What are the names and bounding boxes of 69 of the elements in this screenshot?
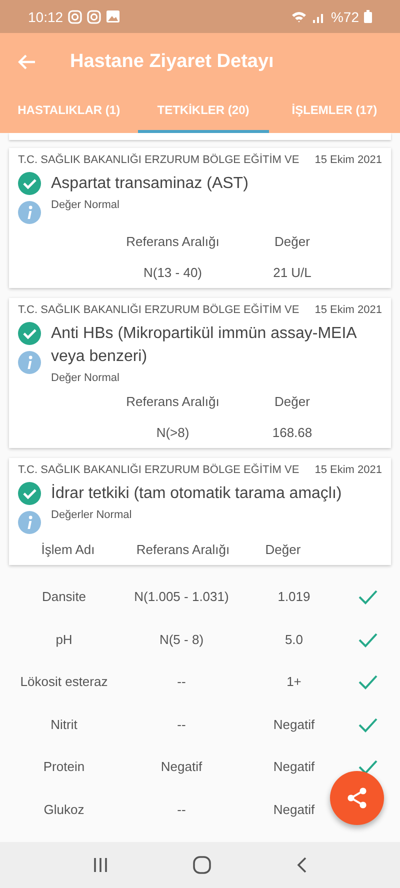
table-cell: Nitrit bbox=[50, 716, 78, 732]
test-name: İdrar tetkiki (tam otomatik tarama amaçlı) bbox=[51, 483, 343, 504]
clock: 10:12 bbox=[28, 8, 64, 24]
info-icon bbox=[18, 511, 41, 534]
info-icon bbox=[18, 351, 41, 374]
battery-level: %72 bbox=[330, 8, 359, 24]
check-icon bbox=[358, 632, 378, 648]
info-icon bbox=[18, 201, 41, 224]
wifi-icon bbox=[290, 10, 307, 23]
screen-title: Hastane Ziyaret Detayı bbox=[70, 50, 274, 72]
column-header: Değer bbox=[274, 394, 310, 409]
table-cell: Lökosit esteraz bbox=[20, 674, 108, 689]
check-icon bbox=[358, 759, 378, 775]
camera-icon bbox=[87, 10, 102, 24]
back-icon bbox=[297, 857, 308, 873]
hospital-name: T.C. SAĞLIK BAKANLIĞI ERZURUM BÖLGE EĞİTİM VE bbox=[18, 464, 300, 476]
table-cell: -- bbox=[177, 674, 186, 689]
result-status: Değer Normal bbox=[51, 372, 120, 384]
column-header: Değer bbox=[265, 542, 301, 557]
test-card[interactable]: T.C. SAĞLIK BAKANLIĞI ERZURUM BÖLGE EĞİTİM VE 15 Ekim 2021 Aspartat transaminaz (AST) Değer Normal Referans Aralığı Değer N(13 - 40) 21 U/L bbox=[9, 148, 391, 288]
hospital-name: T.C. SAĞLIK BAKANLIĞI ERZURUM BÖLGE EĞİTİM VE bbox=[18, 304, 300, 316]
back-arrow-icon bbox=[18, 54, 36, 70]
test-date: 15 Ekim 2021 bbox=[314, 304, 382, 316]
back-button[interactable] bbox=[297, 857, 308, 873]
table-cell: Negatif bbox=[160, 759, 202, 774]
table-cell: 1.019 bbox=[278, 589, 310, 604]
home-button[interactable] bbox=[193, 856, 212, 874]
table-cell: Protein bbox=[43, 759, 85, 774]
table-cell: 5.0 bbox=[284, 632, 304, 646]
hospital-name: T.C. SAĞLIK BAKANLIĞI ERZURUM BÖLGE EĞİTİM VE bbox=[18, 154, 300, 166]
test-date: 15 Ekim 2021 bbox=[314, 464, 382, 476]
test-card[interactable]: T.C. SAĞLIK BAKANLIĞI ERZURUM BÖLGE EĞİTİM VE 15 Ekim 2021 Anti HBs (Mikropartikül immün assay-MEIA veya benzeri) Değer Normal Referans Aralığı Değer N(>8) 168.68 bbox=[9, 298, 391, 448]
result-status: Değer Normal bbox=[51, 199, 120, 211]
check-icon bbox=[358, 716, 378, 732]
camera-icon bbox=[68, 10, 82, 24]
image-icon bbox=[106, 10, 120, 23]
table-cell: -- bbox=[177, 716, 186, 732]
test-name: Aspartat transaminaz (AST) bbox=[51, 174, 250, 194]
share-button[interactable] bbox=[330, 771, 384, 825]
check-icon bbox=[358, 674, 378, 690]
test-name: Anti HBs (Mikropartikül immün assay-MEIA veya benzeri) bbox=[51, 324, 358, 367]
table-cell: N(13 - 40) bbox=[143, 265, 202, 280]
table-cell: pH bbox=[56, 632, 72, 646]
home-icon bbox=[193, 856, 212, 874]
table-cell: Glukoz bbox=[44, 802, 84, 816]
column-header: İşlem Adı bbox=[41, 542, 95, 557]
table-cell: 1+ bbox=[286, 674, 302, 689]
table-cell: N(1.005 - 1.031) bbox=[134, 589, 229, 604]
test-date: 15 Ekim 2021 bbox=[314, 154, 382, 166]
table-cell: Dansite bbox=[42, 589, 86, 604]
share-icon bbox=[345, 786, 369, 810]
table-cell: 21 U/L bbox=[273, 265, 312, 280]
result-status: Değerler Normal bbox=[51, 509, 133, 521]
test-card[interactable]: T.C. SAĞLIK BAKANLIĞI ERZURUM BÖLGE EĞİTİM VE 15 Ekim 2021 İdrar tetkiki (tam otomatik tarama amaçlı) Değerler Normal İşlem Adı Referans Aralığı Değer bbox=[9, 458, 391, 565]
table-cell: Negatif bbox=[273, 716, 315, 732]
column-header: Referans Aralığı bbox=[126, 394, 220, 409]
column-header: Değer bbox=[274, 234, 310, 249]
table-cell: N(>8) bbox=[156, 425, 190, 440]
battery-icon bbox=[364, 10, 372, 23]
column-header: Referans Aralığı bbox=[136, 542, 230, 557]
table-cell: 168.68 bbox=[272, 425, 312, 440]
recent-apps-button[interactable] bbox=[92, 857, 108, 873]
recent-apps-icon bbox=[92, 857, 108, 873]
table-cell: Negatif bbox=[273, 759, 315, 774]
table-cell: Negatif bbox=[273, 802, 315, 816]
table-cell: -- bbox=[177, 802, 186, 816]
check-icon bbox=[358, 589, 378, 605]
column-header: Referans Aralığı bbox=[126, 234, 220, 249]
table-cell: N(5 - 8) bbox=[159, 632, 204, 646]
